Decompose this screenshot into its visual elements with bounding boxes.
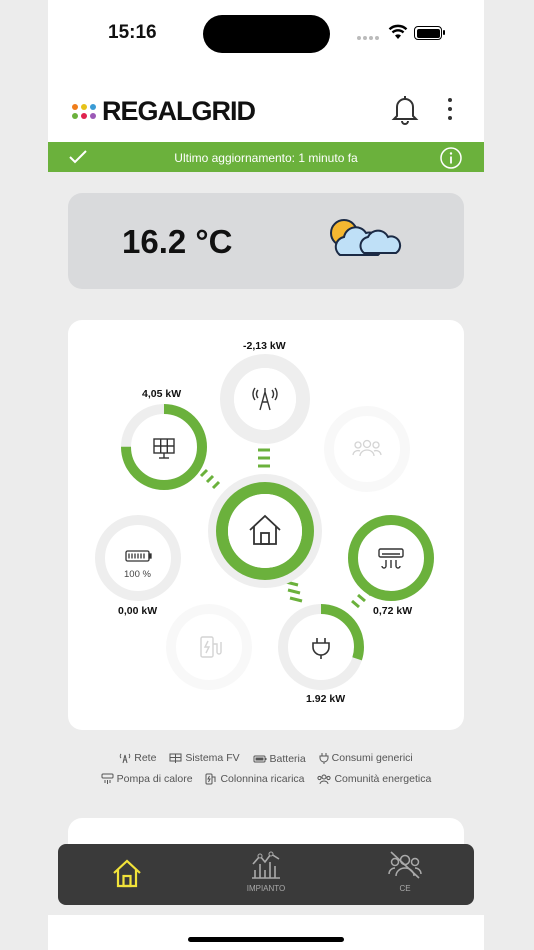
legend-label: Pompa di calore [116,773,193,785]
tab-impianto[interactable]: IMPIANTO [221,850,311,893]
energy-flow-card: -2,13 kW 4,05 kW 100 % 0,00 kW 0,72 kW 1… [68,320,464,730]
solar-node[interactable] [119,402,209,492]
update-banner: Ultimo aggiornamento: 1 minuto fa [48,142,484,172]
battery-percent: 100 % [124,569,151,580]
plug-icon [319,753,329,764]
partly-cloudy-icon [330,219,402,256]
legend-row-1: Rete Sistema FV Batteria Consumi generic… [48,752,484,767]
home-icon [113,859,141,888]
legend-label: Sistema FV [185,752,240,764]
charging-station-icon [205,773,216,785]
weather-card: 16.2 °C [68,193,464,289]
community-icon [317,774,332,785]
solar-panel-icon [169,753,182,763]
tab-label: CE [399,884,411,893]
brand-logo: REGALGRID [72,96,256,127]
tab-home[interactable] [82,856,172,894]
legend-item-battery: Batteria [253,753,306,765]
legend-item-grid: Rete [119,752,156,764]
wifi-icon [388,24,408,39]
app-screen: 15:16 REGALGRID Ultimo aggiornamento: 1 … [48,0,484,950]
legend-item-community: Comunità energetica [317,773,431,785]
consumption-node[interactable] [276,602,366,692]
home-indicator-area [48,915,484,950]
tab-ce[interactable]: CE [360,850,450,893]
bell-icon[interactable] [388,92,422,126]
heat-pump-icon [101,773,114,784]
legend-item-consumption: Consumi generici [319,752,413,764]
more-menu-icon[interactable] [448,98,452,120]
status-time: 15:16 [108,22,157,43]
charger-node[interactable] [164,602,254,692]
legend-label: Colonnina ricarica [220,773,305,785]
home-indicator [188,937,344,942]
status-bar: 15:16 [48,0,484,62]
tab-label: IMPIANTO [246,884,286,893]
battery-icon [414,26,445,40]
update-text: Ultimo aggiornamento: 1 minuto fa [174,151,358,165]
house-node[interactable] [208,474,322,588]
brand-name: REGALGRID [102,96,256,126]
logo-dots-icon [72,104,96,119]
legend-item-solar: Sistema FV [169,752,240,764]
legend-item-charger: Colonnina ricarica [205,773,305,785]
legend-label: Batteria [269,753,306,765]
battery-level-icon [253,755,267,763]
legend-item-heat-pump: Pompa di calore [101,773,193,785]
community-node[interactable] [322,404,412,494]
heat-pump-node[interactable] [346,513,436,603]
bottom-tab-bar: IMPIANTO CE [58,844,474,905]
community-off-icon [388,851,422,879]
legend-label: Consumi generici [331,752,413,764]
grid-node[interactable] [220,354,310,444]
solar-value: 4,05 kW [142,388,182,400]
battery-value: 0,00 kW [118,605,158,617]
grid-value: -2,13 kW [243,340,286,352]
heat-pump-value: 0,72 kW [373,605,413,617]
legend-label: Comunità energetica [334,773,432,785]
chart-icon [252,851,280,879]
pylon-icon [119,753,131,764]
info-icon[interactable] [440,147,462,169]
dynamic-island [203,15,330,53]
app-header: REGALGRID [48,62,484,142]
battery-node[interactable] [93,513,183,603]
legend-label: Rete [134,752,157,764]
temperature-value: 16.2 °C [122,223,233,260]
legend-row-2: Pompa di calore Colonnina ricarica Comun… [48,773,484,788]
consumption-value: 1.92 kW [306,693,346,705]
cellular-signal-icon [357,36,379,40]
